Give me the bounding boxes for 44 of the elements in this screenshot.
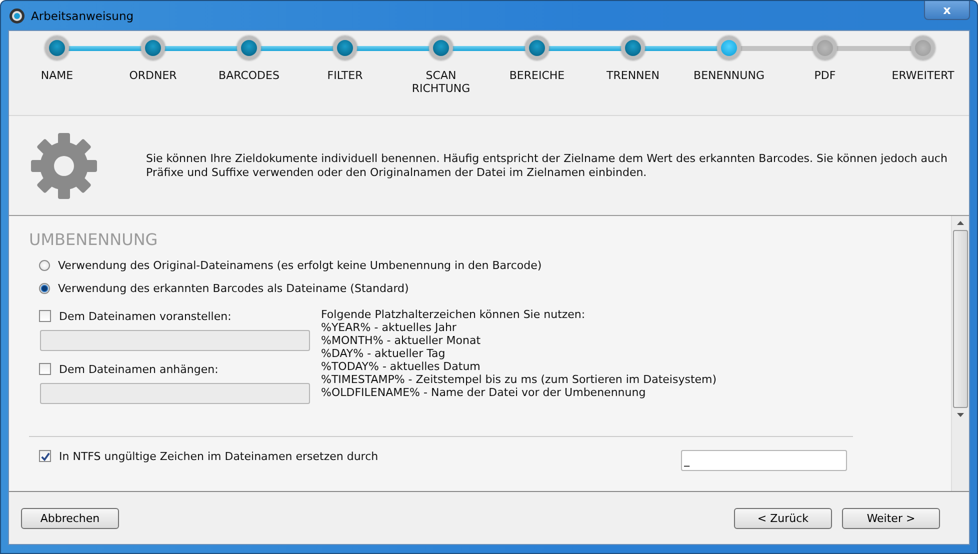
checkbox[interactable] bbox=[39, 450, 51, 462]
checkbox-label: In NTFS ungültige Zeichen im Dateinamen ersetzen durch bbox=[59, 450, 378, 462]
radio-label: Verwendung des erkannten Barcodes als Dateiname (Standard) bbox=[58, 282, 409, 294]
step-indicator[interactable] bbox=[141, 36, 165, 60]
cancel-button[interactable]: Abbrechen bbox=[21, 508, 119, 528]
step-label: BARCODES bbox=[218, 69, 280, 82]
help-line: %MONTH% - aktueller Monat bbox=[321, 334, 482, 347]
help-line: %TIMESTAMP% - Zeitstempel bis zu ms (zum Sortieren im Dateisystem) bbox=[321, 373, 717, 386]
section-title: UMBENENNUNG bbox=[29, 230, 159, 249]
back-button[interactable]: < Zurück bbox=[734, 508, 832, 528]
checkbox-label: Dem Dateinamen anhängen: bbox=[59, 362, 218, 376]
step-indicator[interactable] bbox=[429, 36, 453, 60]
help-line: %YEAR% - aktuelles Jahr bbox=[321, 321, 458, 334]
step-indicator[interactable] bbox=[237, 36, 261, 60]
step-label: BENENNUNG bbox=[694, 69, 764, 82]
step-indicator[interactable] bbox=[621, 36, 645, 60]
gear-icon bbox=[29, 130, 99, 200]
help-line: %OLDFILENAME% - Name der Datei vor der Umbenennung bbox=[321, 386, 647, 399]
help-line: Folgende Platzhalterzeichen können Sie nutzen: bbox=[321, 308, 586, 321]
step-label: ORDNER bbox=[129, 69, 177, 82]
help-line: %TODAY% - aktuelles Datum bbox=[321, 360, 482, 373]
step-indicator[interactable] bbox=[45, 36, 69, 60]
scroll-down-icon[interactable] bbox=[957, 413, 964, 417]
next-button[interactable]: Weiter > bbox=[842, 508, 940, 528]
radio-button[interactable] bbox=[39, 282, 50, 294]
checkbox-label: Dem Dateinamen voranstellen: bbox=[59, 310, 232, 322]
scrollbar[interactable] bbox=[951, 216, 969, 491]
radio-label: Verwendung des Original-Dateinamens (es erfolgt keine Umbenennung in den Barcode) bbox=[58, 258, 542, 272]
step-label: NAME bbox=[40, 69, 74, 82]
scroll-up-icon[interactable] bbox=[957, 221, 964, 225]
step-indicator[interactable] bbox=[525, 36, 549, 60]
step-label: FILTER bbox=[327, 69, 363, 82]
help-line: %DAY% - aktueller Tag bbox=[321, 347, 446, 360]
step-indicator[interactable] bbox=[333, 36, 357, 60]
step-label: PDF bbox=[814, 69, 836, 82]
step-label: BEREICHE bbox=[509, 69, 565, 82]
radio-button[interactable] bbox=[39, 260, 50, 270]
info-text: Sie können Ihre Zieldokumente individuell benennen. Häufig entspricht der Zielname dem Wert des erkannten Barcodes. Sie können jedoch auch Präfixe und Suffixe verwenden oder den Originalnamen der Datei im Zielnamen einbinden. bbox=[146, 152, 948, 180]
window-title: Arbeitsanweisung bbox=[31, 8, 134, 22]
step-label: TRENNEN bbox=[606, 69, 660, 82]
step-label: ERWEITERT bbox=[892, 69, 954, 82]
app-icon bbox=[9, 8, 25, 24]
step-label: SCAN RICHTUNG bbox=[412, 69, 470, 95]
replacement-field[interactable]: _ bbox=[681, 450, 847, 471]
